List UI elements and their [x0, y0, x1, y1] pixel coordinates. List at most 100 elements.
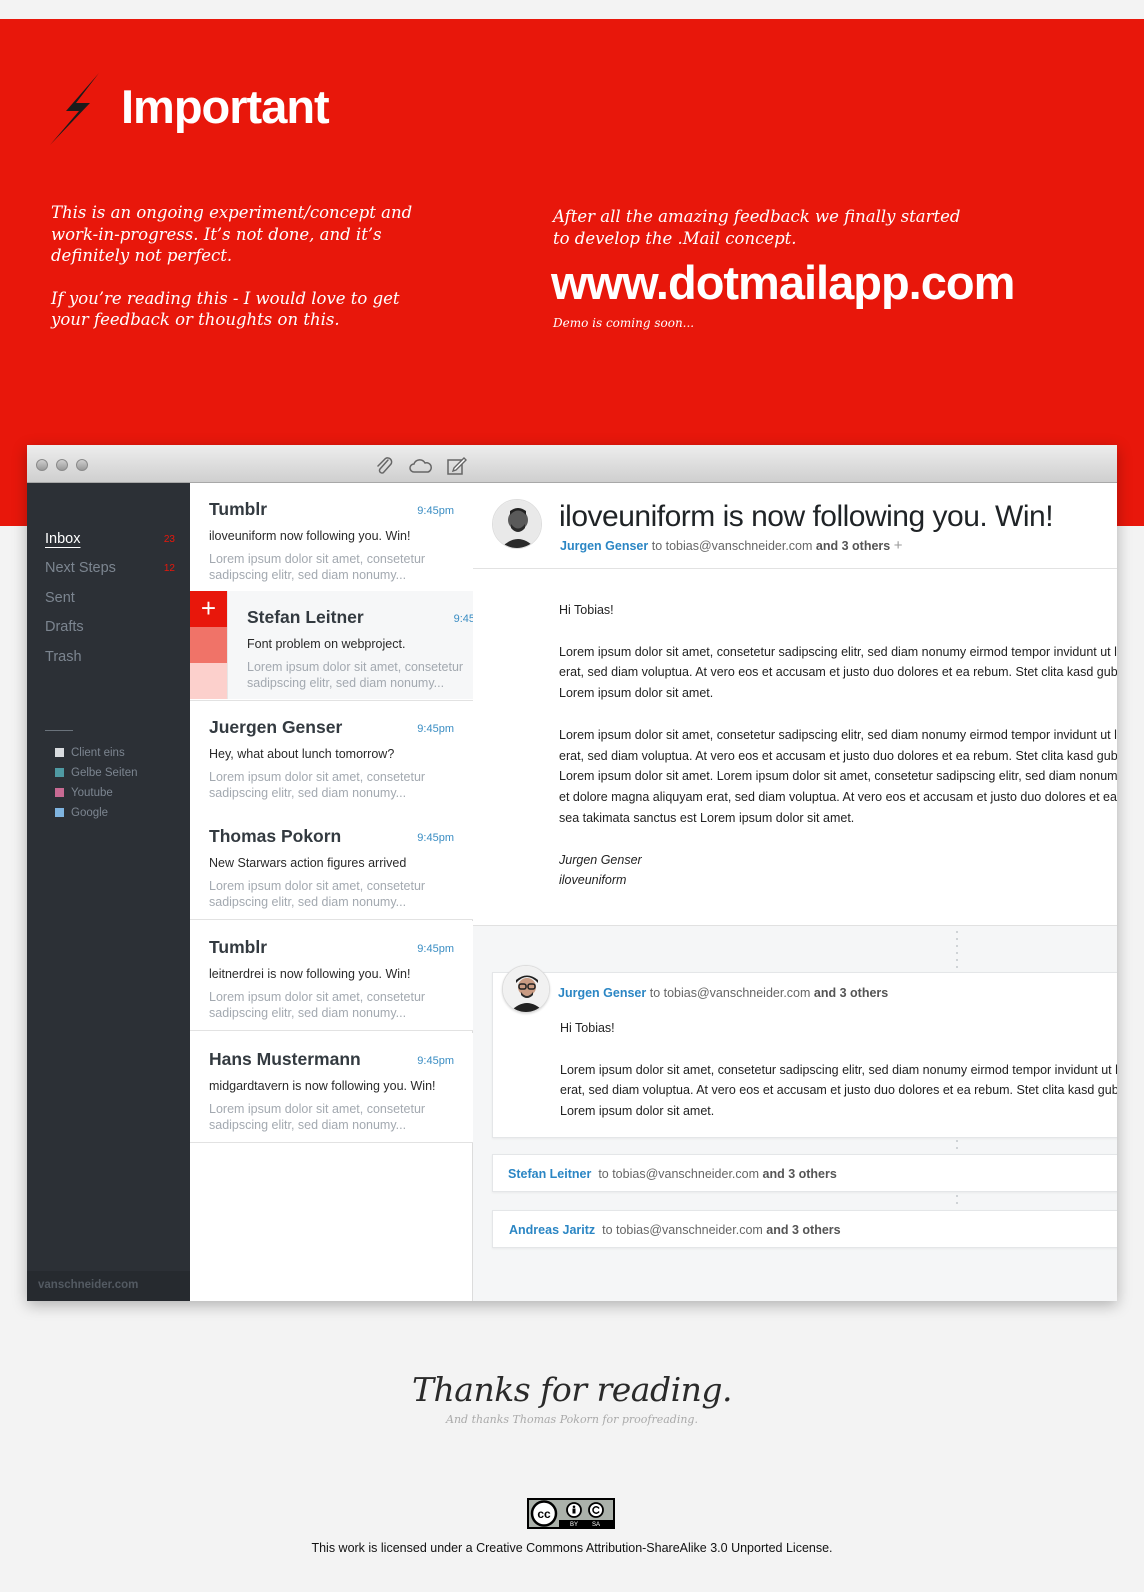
- label-item-youtube[interactable]: Youtube: [55, 787, 113, 799]
- body-line: Lorem ipsum dolor sit amet, consetetur s…: [560, 1062, 1117, 1077]
- intro-left-paragraph-2: If you’re reading this - I would love to…: [51, 288, 400, 330]
- add-recipient-plus-icon[interactable]: +: [894, 537, 903, 554]
- other-recipients-link[interactable]: and 3 others: [763, 1167, 837, 1181]
- message-paragraph: Lorem ipsum dolor sit amet, consetetur s…: [559, 725, 1117, 829]
- body-line: Lorem ipsum dolor sit amet.: [560, 1104, 715, 1119]
- label-name: Google: [71, 807, 109, 819]
- close-window-button[interactable]: [36, 459, 48, 471]
- sidebar-item-next-steps[interactable]: Next Steps 12: [45, 560, 175, 576]
- message-list-item[interactable]: Hans Mustermann 9:45pm midgardtavern is …: [190, 1033, 473, 1143]
- message-time: 9:45pm: [417, 723, 454, 735]
- message-sender: Juergen Genser: [209, 717, 343, 737]
- sidebar-item-drafts[interactable]: Drafts: [45, 619, 175, 635]
- cc-by-sa-icon: cc BY SA: [529, 1500, 613, 1528]
- reply-meta: Jurgen Genser to tobias@vanschneider.com…: [558, 986, 888, 1000]
- body-line: erat, sed diam voluptua. At vero eos et …: [560, 1083, 1117, 1098]
- sidebar-item-trash[interactable]: Trash: [45, 649, 175, 665]
- message-title: iloveuniform is now following you. Win!: [559, 500, 1054, 533]
- compose-icon[interactable]: [446, 456, 468, 476]
- message-preview: Lorem ipsum dolor sit amet, consetetur s…: [247, 660, 464, 690]
- thread-connector: [956, 1195, 958, 1209]
- message-time: 9:45pm: [417, 505, 454, 517]
- sender-name-link[interactable]: Jurgen Genser: [558, 986, 646, 1000]
- message-greeting: Hi Tobias!: [559, 603, 614, 617]
- other-recipients-link[interactable]: and 3 others: [816, 539, 890, 553]
- collapsed-message-card[interactable]: Andreas Jaritz to tobias@vanschneider.co…: [492, 1210, 1117, 1248]
- label-name: Youtube: [71, 787, 113, 799]
- message-preview: Lorem ipsum dolor sit amet, consetetur s…: [209, 990, 426, 1020]
- license-text: This work is licensed under a Creative C…: [311, 1541, 833, 1555]
- sender-name-link[interactable]: Jurgen Genser: [560, 539, 648, 553]
- paperclip-icon[interactable]: [374, 456, 396, 476]
- unread-count-badge: 12: [163, 563, 175, 574]
- message-time: 9:45pm: [417, 832, 454, 844]
- swipe-actions: +: [190, 591, 227, 699]
- message-list-item[interactable]: Thomas Pokorn 9:45pm New Starwars action…: [190, 810, 473, 920]
- minimize-window-button[interactable]: [56, 459, 68, 471]
- collapsed-meta: Andreas Jaritz to tobias@vanschneider.co…: [509, 1223, 841, 1237]
- message-list-item[interactable]: Tumblr 9:45pm leitnerdrei is now followi…: [190, 921, 473, 1031]
- message-list-item-swiped[interactable]: + Stefan Leitner 9:45 Font problem on we…: [190, 591, 475, 701]
- sidebar-item-label: Inbox: [45, 531, 81, 547]
- message-sender: Tumblr: [209, 499, 268, 519]
- sender-name-link[interactable]: Andreas Jaritz: [509, 1223, 595, 1237]
- avatar: [492, 499, 542, 549]
- creative-commons-badge[interactable]: cc BY SA: [527, 1498, 615, 1529]
- thread-connector: [956, 931, 958, 973]
- avatar-photo: [503, 966, 549, 1012]
- swipe-action-button[interactable]: [190, 663, 227, 699]
- reply-greeting: Hi Tobias!: [560, 1021, 615, 1035]
- demo-note: Demo is coming soon...: [553, 316, 695, 330]
- message-sender: Thomas Pokorn: [209, 826, 342, 846]
- body-line: Lorem ipsum dolor sit amet, consetetur s…: [559, 727, 1117, 742]
- reading-pane: iloveuniform is now following you. Win! …: [473, 483, 1117, 1301]
- swipe-action-button[interactable]: [190, 627, 227, 663]
- cc-by-text: BY: [570, 1522, 578, 1527]
- cc-sa-text: SA: [592, 1522, 600, 1527]
- message-subject: Hey, what about lunch tomorrow?: [209, 747, 395, 761]
- message-preview: Lorem ipsum dolor sit amet, consetetur s…: [209, 552, 426, 582]
- message-list-item[interactable]: Juergen Genser 9:45pm Hey, what about lu…: [190, 701, 473, 811]
- lightning-bolt-icon: [50, 73, 99, 145]
- message-sender: Tumblr: [209, 937, 268, 957]
- label-item-client-eins[interactable]: Client eins: [55, 747, 125, 759]
- label-name: Client eins: [71, 747, 125, 759]
- intro-left-paragraph-1: This is an ongoing experiment/concept an…: [51, 203, 413, 265]
- label-item-google[interactable]: Google: [55, 807, 108, 819]
- sidebar-item-label: Drafts: [45, 619, 84, 635]
- cloud-icon[interactable]: [408, 456, 434, 476]
- body-line: Lorem ipsum dolor sit amet.: [559, 686, 714, 701]
- sender-name-link[interactable]: Stefan Leitner: [508, 1167, 591, 1181]
- message-time: 9:45pm: [417, 943, 454, 955]
- swiped-message-content: Stefan Leitner 9:45 Font problem on webp…: [227, 591, 475, 699]
- sidebar-divider: [45, 730, 73, 731]
- sidebar-item-sent[interactable]: Sent: [45, 590, 175, 606]
- collapsed-message-card[interactable]: Stefan Leitner to tobias@vanschneider.co…: [492, 1154, 1117, 1192]
- recipient-text: to tobias@vanschneider.com: [649, 986, 811, 1000]
- sidebar-item-inbox[interactable]: Inbox 23: [45, 531, 175, 547]
- thanks-heading: Thanks for reading.: [412, 1370, 732, 1409]
- recipient-text: to tobias@vanschneider.com: [651, 539, 813, 553]
- label-item-gelbe-seiten[interactable]: Gelbe Seiten: [55, 767, 138, 779]
- message-body: Hi Tobias! Lorem ipsum dolor sit amet, c…: [559, 600, 1117, 912]
- thread-connector: [956, 1140, 958, 1154]
- label-name: Gelbe Seiten: [71, 767, 138, 779]
- signature-name: Jurgen Genser: [559, 852, 642, 867]
- other-recipients-link[interactable]: and 3 others: [766, 1223, 840, 1237]
- header-divider: [473, 568, 1117, 569]
- sidebar: Inbox 23 Next Steps 12 Sent Drafts Trash…: [27, 483, 190, 1301]
- body-line: erat, sed diam voluptua. At vero eos et …: [559, 748, 1117, 763]
- site-url-link[interactable]: www.dotmailapp.com: [551, 255, 1015, 310]
- message-subject: midgardtavern is now following you. Win!: [209, 1079, 436, 1093]
- message-list-item[interactable]: Tumblr 9:45pm iloveuniform now following…: [190, 483, 473, 593]
- signature-handle: iloveuniform: [559, 873, 627, 888]
- sidebar-item-label: Trash: [45, 649, 82, 665]
- body-line: Lorem ipsum dolor sit amet, consetetur s…: [559, 644, 1117, 659]
- sidebar-item-label: Sent: [45, 590, 75, 606]
- other-recipients-link[interactable]: and 3 others: [814, 986, 888, 1000]
- message-subject: iloveuniform now following you. Win!: [209, 529, 411, 543]
- zoom-window-button[interactable]: [76, 459, 88, 471]
- label-color-swatch: [55, 788, 64, 797]
- sidebar-footer-link[interactable]: vanschneider.com: [27, 1271, 190, 1301]
- add-plus-button[interactable]: +: [190, 591, 227, 627]
